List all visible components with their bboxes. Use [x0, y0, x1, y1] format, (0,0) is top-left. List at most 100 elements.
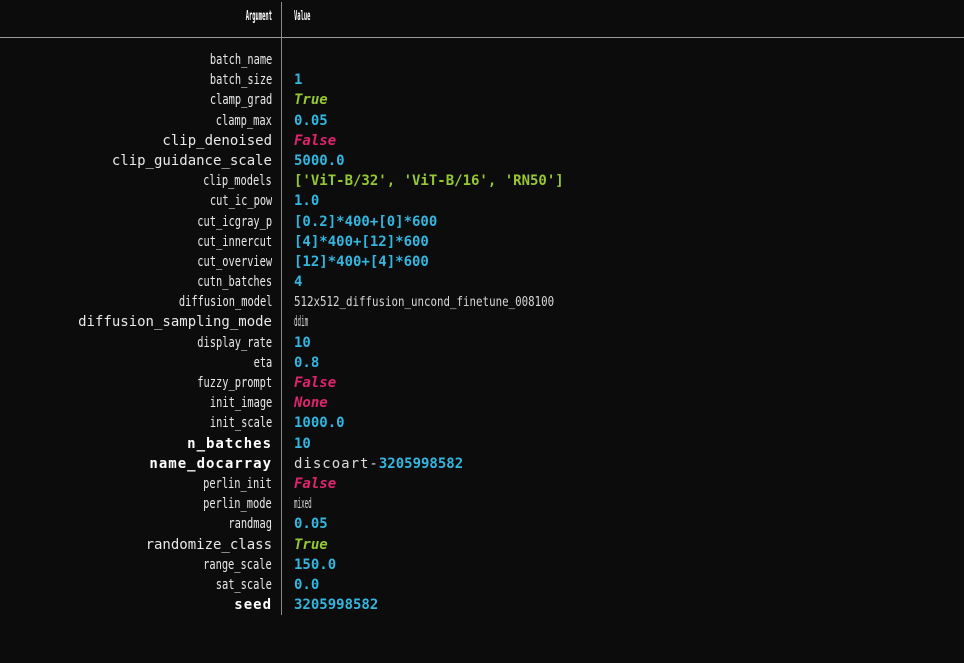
table-row: perlin_init False: [0, 473, 964, 495]
column-divider: [281, 453, 282, 474]
argument-name-cell: n_batches: [0, 434, 272, 454]
column-divider: [281, 574, 282, 596]
argument-name-cell: clamp_max: [0, 111, 272, 131]
column-divider: [281, 312, 282, 333]
argument-name-cell: seed: [0, 595, 272, 615]
argument-name-text: diffusion_model: [178, 294, 272, 311]
argument-name-cell: randmag: [0, 514, 272, 534]
column-divider: [281, 191, 282, 212]
column-divider: [281, 352, 282, 373]
argument-name-cell: batch_name: [0, 50, 272, 70]
table-row: clip_denoised False: [0, 130, 964, 151]
argument-value-text: 3205998582: [294, 597, 379, 614]
column-divider: [281, 494, 282, 515]
argument-name-text: fuzzy_prompt: [197, 375, 272, 391]
column-divider: [281, 393, 282, 414]
argument-value-cell: 4: [294, 272, 964, 292]
argument-name-text: display_rate: [197, 334, 272, 351]
argument-name-text: randmag: [228, 516, 272, 533]
table-header: Argument Value: [0, 0, 964, 50]
argument-name-text: cutn_batches: [197, 274, 272, 291]
argument-name-text: clamp_grad: [209, 92, 272, 109]
argument-name-text: batch_size: [209, 72, 272, 89]
argument-name-cell: clip_denoised: [0, 131, 272, 151]
argument-value-cell: 1000.0: [294, 413, 964, 433]
table-row: seed 3205998582: [0, 595, 964, 616]
argument-name-cell: range_scale: [0, 555, 272, 575]
argument-value-text: False: [294, 375, 337, 391]
argument-value-cell: ddim: [294, 312, 964, 332]
argument-value-cell: ['ViT-B/32', 'ViT-B/16', 'RN50']: [294, 171, 964, 191]
argument-name-text: batch_name: [209, 52, 272, 68]
table-row: clamp_grad True: [0, 90, 964, 111]
parameter-table: Argument Value batch_name batch_size 1 clam…: [0, 0, 964, 663]
argument-name-text: sat_scale: [215, 576, 272, 593]
argument-name-cell: name_docarray: [0, 454, 272, 474]
argument-name-cell: cut_innercut: [0, 232, 272, 252]
docarray-seed-number: 3205998582: [378, 455, 464, 472]
table-row: clip_models ['ViT-B/32', 'ViT-B/16', 'RN5…: [0, 171, 964, 192]
argument-value-text: 5000.0: [294, 152, 345, 169]
argument-value-cell: [294, 50, 964, 70]
argument-value-cell: True: [294, 535, 964, 555]
argument-value-cell: 5000.0: [294, 151, 964, 171]
argument-value-text: 0.8: [294, 354, 320, 371]
argument-value-cell: 10: [294, 333, 964, 353]
argument-value-cell: 150.0: [294, 555, 964, 575]
argument-value-cell: None: [294, 393, 964, 413]
argument-value-text: 512x512_diffusion_uncond_finetune_008100: [294, 294, 555, 311]
column-divider: [281, 90, 282, 111]
table-row: randmag 0.05: [0, 514, 964, 535]
argument-value-cell: [4]*400+[12]*600: [294, 232, 964, 252]
argument-name-text: cut_innercut: [197, 233, 272, 250]
argument-name-cell: clip_models: [0, 171, 272, 191]
column-divider: [281, 171, 282, 192]
argument-name-text: diffusion_sampling_mode: [78, 314, 272, 331]
argument-value-text: ['ViT-B/32', 'ViT-B/16', 'RN50']: [294, 173, 564, 190]
argument-value-text: 0.05: [294, 112, 328, 129]
argument-value-text: [0.2]*400+[0]*600: [294, 213, 438, 230]
argument-value-cell: 3205998582: [294, 595, 964, 615]
argument-name-cell: cutn_batches: [0, 272, 272, 292]
column-header-value: Value: [294, 9, 311, 24]
argument-value-cell: [0.2]*400+[0]*600: [294, 212, 964, 232]
header-column-divider: [281, 2, 282, 30]
argument-value-cell: False: [294, 373, 964, 393]
column-divider: [281, 211, 282, 232]
argument-value-cell: 0.05: [294, 514, 964, 534]
argument-name-cell: perlin_mode: [0, 494, 272, 514]
argument-value-text: 10: [294, 334, 311, 351]
argument-name-text: range_scale: [203, 556, 272, 573]
table-row: diffusion_model 512x512_diffusion_uncond_…: [0, 292, 964, 313]
argument-name-text: cut_overview: [197, 253, 272, 270]
argument-value-text: ddim: [294, 314, 309, 331]
argument-name-text: init_scale: [209, 415, 272, 432]
table-row: cut_ic_pow 1.0: [0, 191, 964, 212]
argument-value-cell: 1.0: [294, 191, 964, 211]
argument-name-text: clip_denoised: [162, 132, 272, 149]
argument-name-text: perlin_mode: [203, 496, 272, 513]
argument-value-text: 1: [294, 72, 303, 89]
column-divider: [281, 231, 282, 252]
argument-value-cell: 10: [294, 434, 964, 454]
column-divider: [281, 70, 282, 91]
argument-name-text: cut_ic_pow: [209, 193, 272, 210]
argument-value-text: 150.0: [294, 556, 337, 573]
argument-value-text: 4: [294, 274, 303, 291]
table-row: range_scale 150.0: [0, 554, 964, 575]
table-row: cut_innercut [4]*400+[12]*600: [0, 231, 964, 252]
table-row: diffusion_sampling_mode ddim: [0, 312, 964, 333]
argument-name-cell: cut_ic_pow: [0, 191, 272, 211]
argument-value-text: 1000.0: [294, 415, 345, 432]
column-divider: [281, 272, 282, 293]
argument-value-cell: False: [294, 131, 964, 151]
argument-name-text: clamp_max: [215, 112, 272, 129]
argument-value-cell: discoart-3205998582: [294, 454, 964, 474]
argument-value-text: None: [294, 395, 328, 412]
argument-value-cell: 0.0: [294, 575, 964, 595]
column-divider: [281, 130, 282, 151]
argument-value-cell: False: [294, 474, 964, 494]
argument-value-text: 0.0: [294, 576, 320, 593]
column-header-argument: Argument: [245, 9, 272, 24]
argument-name-text: init_image: [209, 395, 272, 412]
